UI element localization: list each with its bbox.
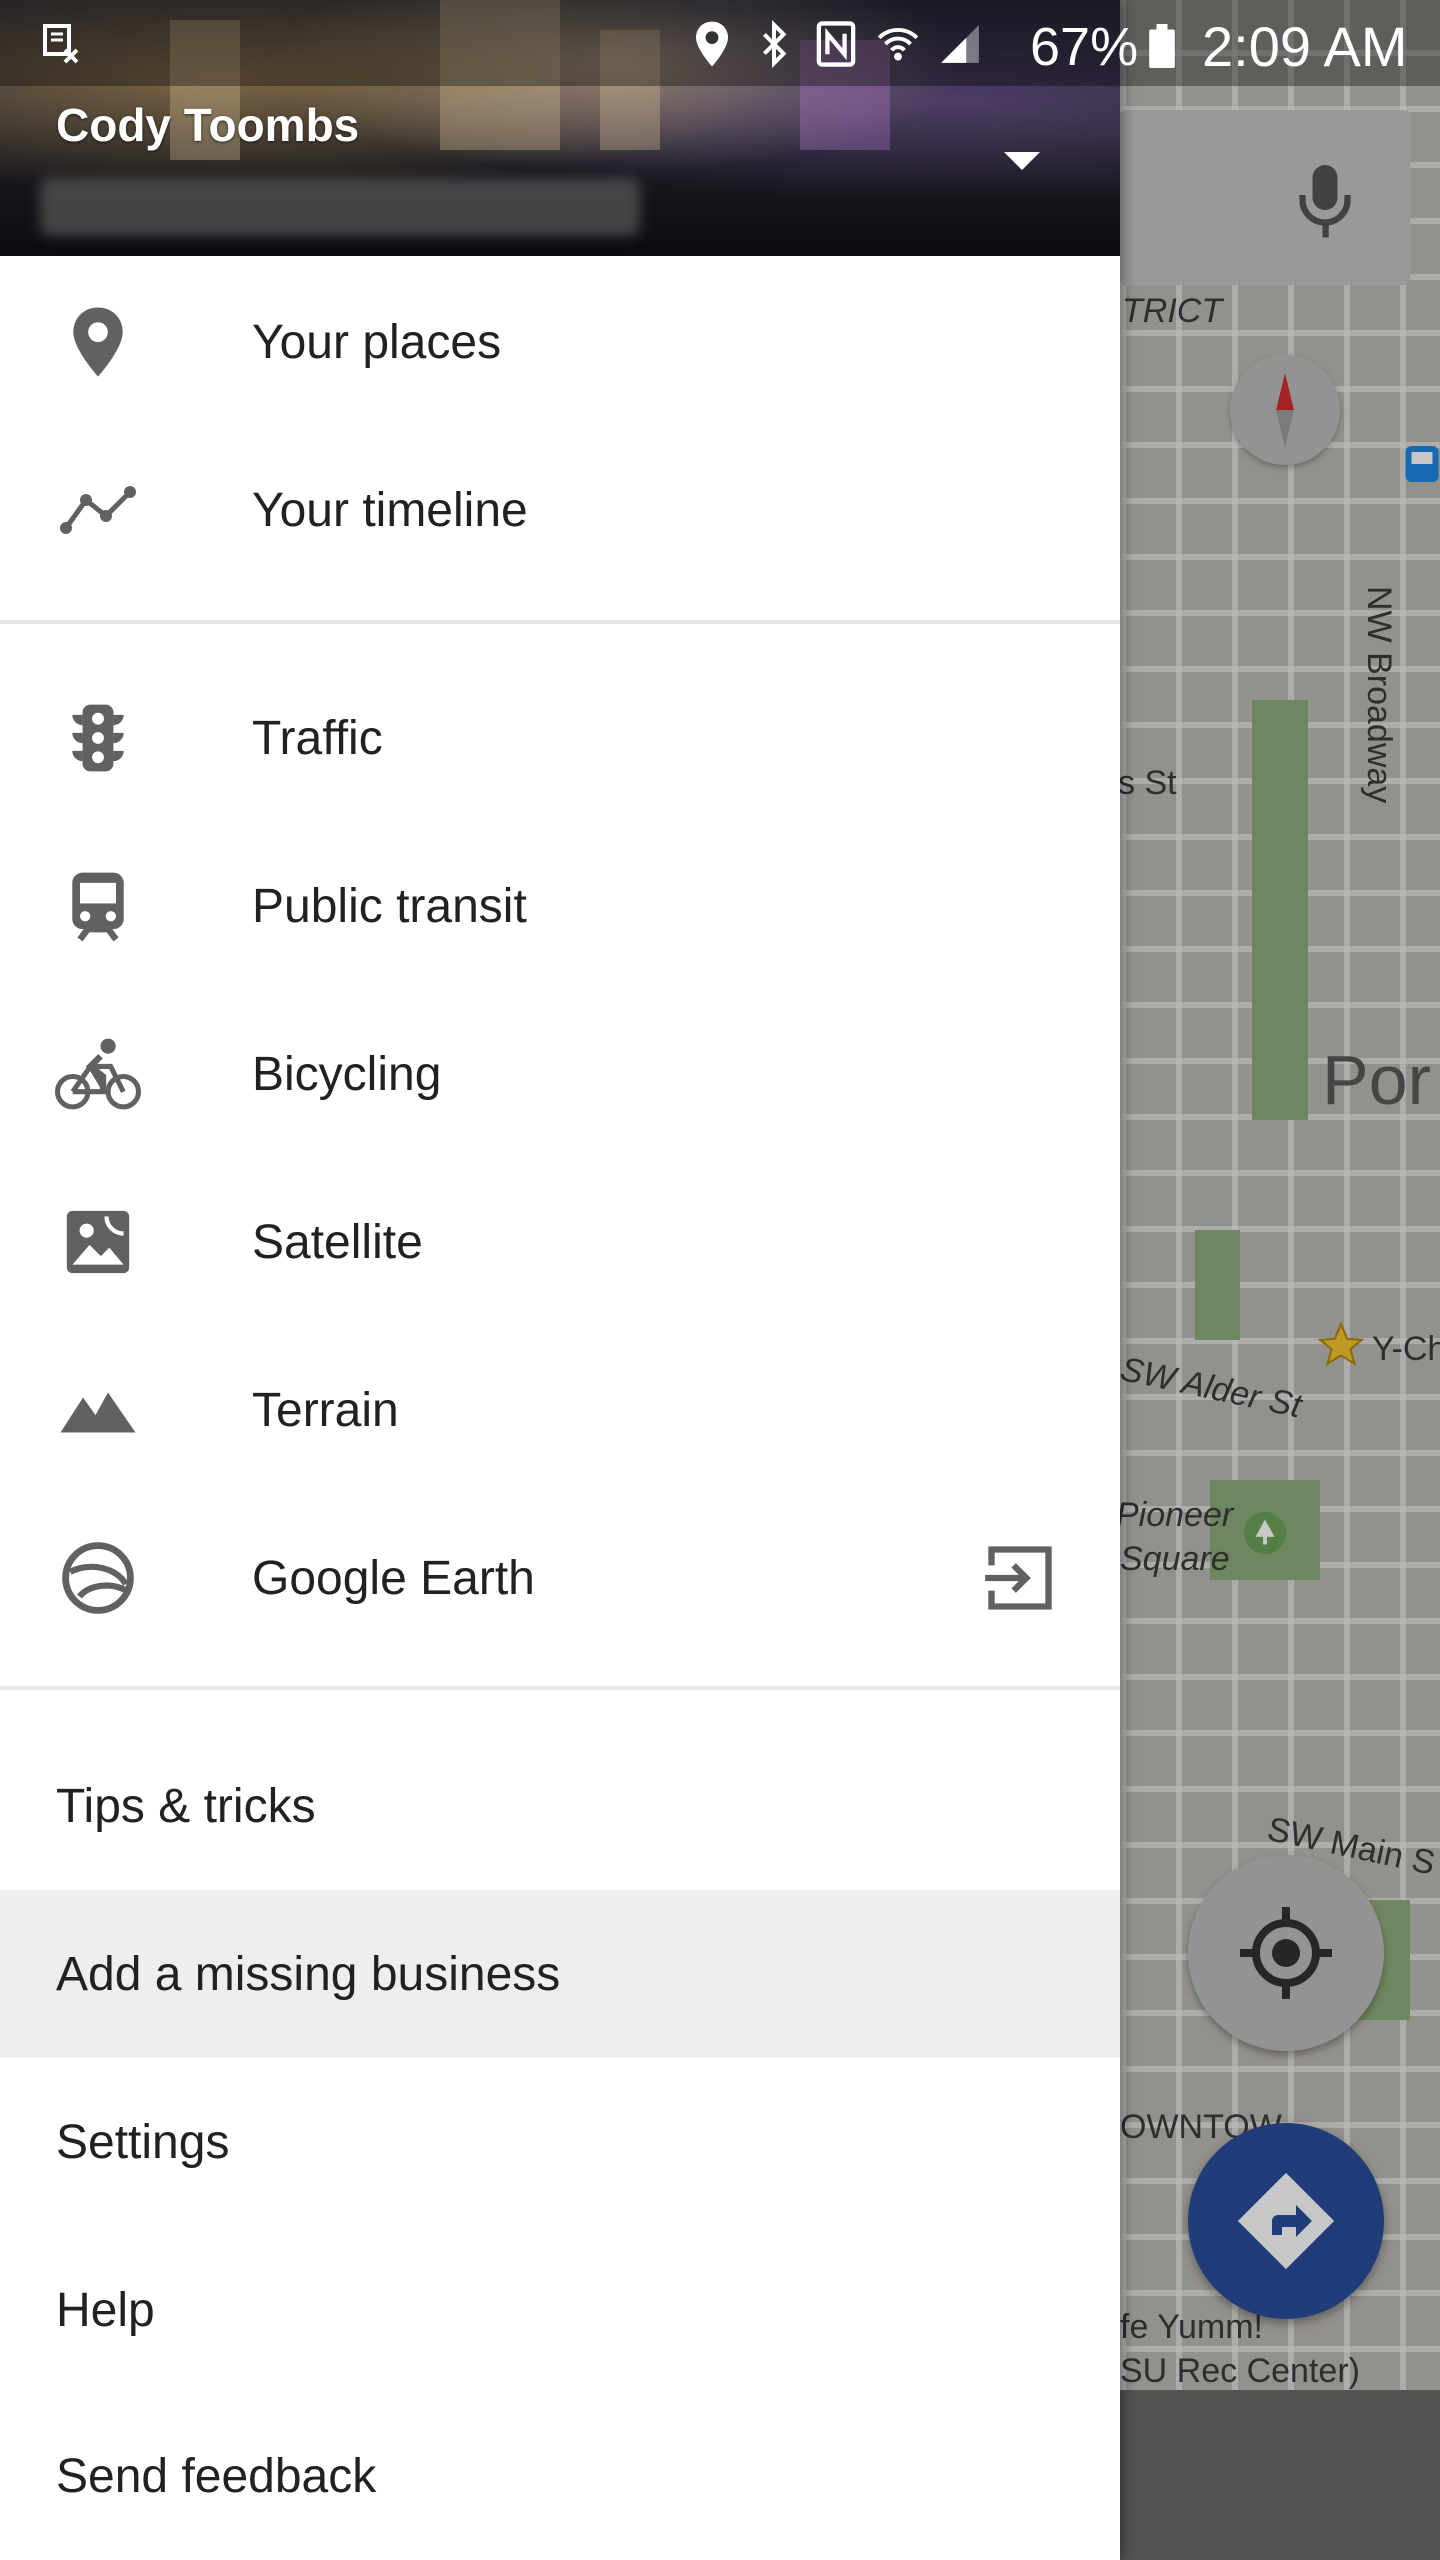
divider (0, 620, 1120, 624)
account-name: Cody Toombs (56, 99, 360, 151)
bicycle-icon (54, 1030, 142, 1118)
satellite-image-icon (54, 1198, 142, 1286)
screenshot-icon (43, 24, 79, 64)
menu-item-label: Satellite (252, 1215, 423, 1269)
navigation-drawer: Cody Toombs Your places Your timeline Tr… (0, 0, 1120, 2560)
terrain-mountain-icon (54, 1366, 142, 1454)
google-earth-icon (54, 1534, 142, 1622)
menu-item-label: Bicycling (252, 1047, 442, 1101)
timeline-icon (54, 466, 142, 554)
location-pin-icon (54, 298, 142, 386)
menu-item-label: Help (56, 2283, 155, 2337)
menu-item-label: Settings (56, 2115, 230, 2169)
traffic-light-icon (54, 694, 142, 782)
menu-item-label: Tips & tricks (56, 1779, 316, 1833)
train-icon (54, 862, 142, 950)
menu-item-google-earth[interactable]: Google Earth (0, 1494, 1120, 1662)
menu-item-add-missing-business[interactable]: Add a missing business (0, 1890, 1120, 2058)
status-icons (690, 18, 982, 70)
menu-item-label: Traffic (252, 711, 383, 765)
menu-item-label: Add a missing business (56, 1947, 561, 2001)
battery-percent: 67% (1030, 17, 1139, 77)
menu-item-help[interactable]: Help (0, 2226, 1120, 2394)
menu-item-settings[interactable]: Settings (0, 2058, 1120, 2226)
wifi-icon (877, 27, 919, 61)
menu-item-send-feedback[interactable]: Send feedback (0, 2392, 1120, 2560)
menu-item-label: Google Earth (252, 1551, 535, 1605)
account-email-redacted (40, 178, 640, 236)
location-icon (696, 21, 728, 67)
divider (0, 1686, 1120, 1690)
open-external-icon (985, 1546, 1052, 1610)
menu-item-public-transit[interactable]: Public transit (0, 822, 1120, 990)
menu-item-satellite[interactable]: Satellite (0, 1158, 1120, 1326)
status-bar: 67% 2:09 AM (0, 0, 1440, 86)
menu-item-bicycling[interactable]: Bicycling (0, 990, 1120, 1158)
menu-item-label: Send feedback (56, 2449, 377, 2503)
battery-icon (1149, 24, 1175, 68)
drawer-scrim[interactable] (1120, 0, 1440, 2560)
menu-item-label: Your timeline (252, 483, 528, 537)
menu-item-traffic[interactable]: Traffic (0, 654, 1120, 822)
nfc-icon (816, 21, 856, 67)
menu-item-label: Terrain (252, 1383, 399, 1437)
status-time: 2:09 AM (1202, 15, 1408, 78)
signal-icon (941, 25, 979, 63)
menu-item-label: Your places (252, 315, 502, 369)
menu-item-label: Public transit (252, 879, 527, 933)
menu-item-terrain[interactable]: Terrain (0, 1326, 1120, 1494)
menu-item-your-places[interactable]: Your places (0, 258, 1120, 426)
bluetooth-icon (762, 20, 787, 68)
account-dropdown-icon[interactable] (1000, 148, 1044, 172)
menu-item-your-timeline[interactable]: Your timeline (0, 426, 1120, 594)
menu-item-tips-tricks[interactable]: Tips & tricks (0, 1722, 1120, 1890)
